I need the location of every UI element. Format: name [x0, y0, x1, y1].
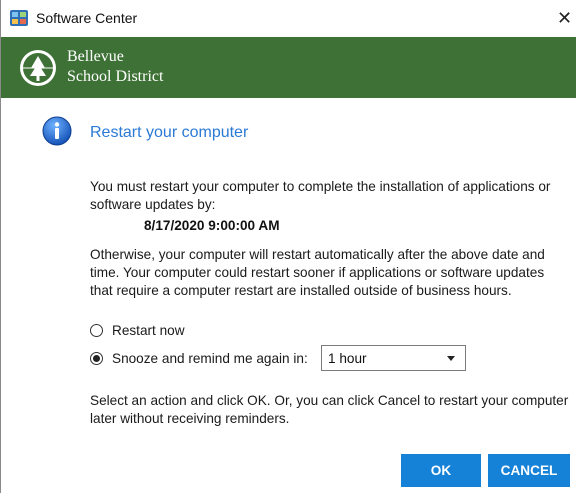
snooze-duration-dropdown[interactable]: 1 hour [321, 345, 466, 371]
info-icon [42, 116, 72, 146]
tree-seal-icon [20, 50, 56, 86]
window-title: Software Center [36, 10, 138, 26]
district-banner: Bellevue School District [1, 37, 576, 98]
restart-deadline: 8/17/2020 9:00:00 AM [144, 218, 280, 233]
software-center-window: Software Center ✕ Bellevue School Distri… [0, 0, 576, 493]
close-icon[interactable]: ✕ [557, 4, 576, 32]
restart-now-label: Restart now [112, 322, 185, 338]
snooze-duration-value: 1 hour [328, 351, 367, 366]
district-name-line1: Bellevue [67, 48, 124, 65]
snooze-radio[interactable] [90, 351, 103, 365]
district-name-line2: School District [67, 68, 164, 85]
restart-now-option[interactable]: Restart now [90, 320, 185, 340]
auto-restart-message: Otherwise, your computer will restart au… [90, 247, 545, 298]
cancel-button[interactable]: CANCEL [488, 454, 570, 487]
software-center-app-icon [10, 10, 28, 26]
restart-now-radio[interactable] [90, 323, 103, 337]
chevron-down-icon[interactable] [447, 356, 455, 361]
snooze-option[interactable]: Snooze and remind me again in: [90, 348, 308, 368]
restart-message: You must restart your computer to comple… [90, 179, 551, 212]
action-instructions: Select an action and click OK. Or, you c… [90, 393, 569, 426]
snooze-label: Snooze and remind me again in: [112, 350, 308, 366]
ok-button[interactable]: OK [401, 454, 481, 487]
title-bar[interactable]: Software Center ✕ [1, 0, 576, 37]
dialog-heading: Restart your computer [90, 124, 249, 141]
